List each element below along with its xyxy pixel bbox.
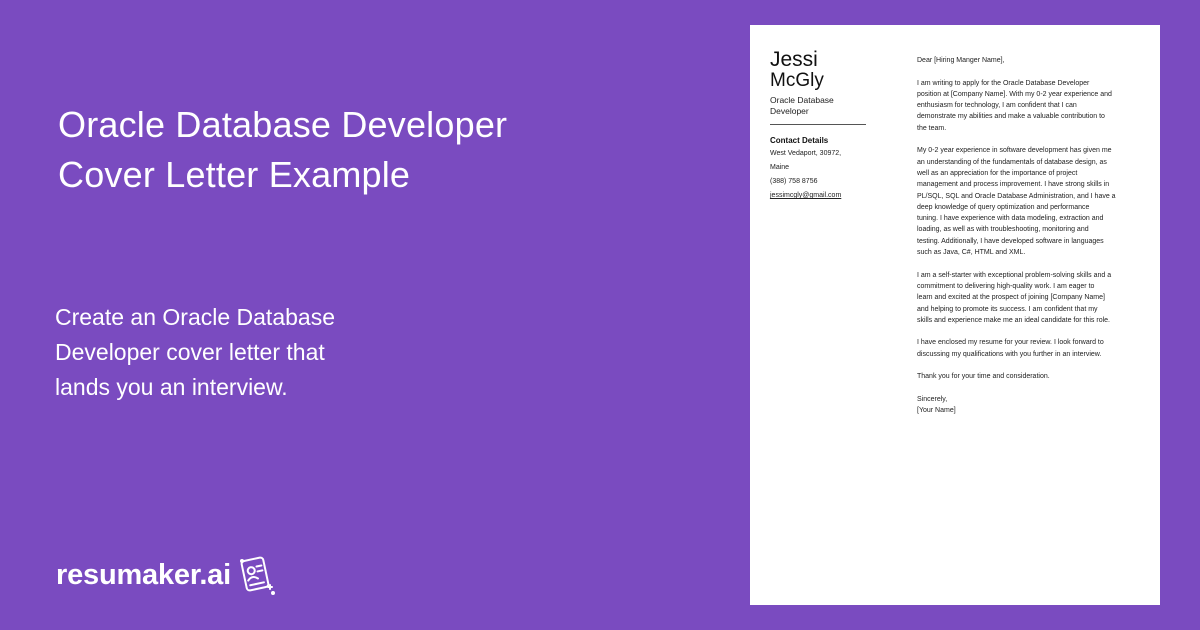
letter-line: the team. bbox=[917, 124, 947, 132]
contact-address: West Vedaport, 30972, Maine bbox=[770, 147, 868, 175]
letter-line: deep knowledge of query optimization and… bbox=[917, 203, 1090, 211]
letter-line: learn and excited at the prospect of joi… bbox=[917, 294, 1105, 302]
letter-closing: Sincerely, bbox=[917, 395, 948, 403]
letter-line: well as an appreciation for the importan… bbox=[917, 169, 1078, 177]
letter-greeting: Dear [Hiring Manger Name], bbox=[917, 57, 1005, 64]
address-line: Maine bbox=[770, 164, 790, 171]
letter-line: commitment to delivering high-quality wo… bbox=[917, 282, 1095, 290]
letter-signature: [Your Name] bbox=[917, 407, 956, 415]
letter-line: enthusiasm for technology, I am confiden… bbox=[917, 102, 1077, 110]
contact-phone: (388) 758 8756 bbox=[770, 178, 818, 185]
address-line: West Vedaport, 30972, bbox=[770, 150, 842, 157]
letter-line: loading, as well as with troubleshooting… bbox=[917, 226, 1089, 234]
page-subtitle: Create an Oracle Database Developer cove… bbox=[55, 300, 415, 405]
letter-paragraph: I am writing to apply for the Oracle Dat… bbox=[917, 78, 1139, 134]
letter-paragraph: I am a self-starter with exceptional pro… bbox=[917, 270, 1139, 326]
letter-signoff: Sincerely, [Your Name] bbox=[917, 394, 1139, 417]
letter-line: such as Java, C#, HTML and XML. bbox=[917, 249, 1026, 257]
hero-panel: Oracle Database Developer Cover Letter E… bbox=[0, 0, 720, 630]
letter-line: I have enclosed my resume for your revie… bbox=[917, 339, 1104, 347]
letter-line: PL/SQL, SQL and Oracle Database Administ… bbox=[917, 192, 1116, 200]
letter-paragraph: My 0-2 year experience in software devel… bbox=[917, 145, 1139, 258]
resume-document-icon bbox=[239, 556, 275, 595]
cover-letter-preview: Jessi McGly Oracle Database Developer Co… bbox=[750, 25, 1160, 605]
letter-line: and helping to promote its success. I am… bbox=[917, 305, 1098, 313]
job-title-line: Oracle Database bbox=[770, 95, 834, 105]
page-title-line: Oracle Database Developer bbox=[58, 104, 508, 145]
letter-paragraph: Thank you for your time and consideratio… bbox=[917, 373, 1050, 381]
applicant-first-name: Jessi bbox=[770, 48, 818, 71]
letter-line: testing. Additionally, I have developed … bbox=[917, 237, 1104, 245]
letter-line: I am writing to apply for the Oracle Dat… bbox=[917, 79, 1090, 87]
letter-line: skills and experience make me an ideal c… bbox=[917, 316, 1110, 324]
letter-line: demonstrate my abilities and make a valu… bbox=[917, 113, 1105, 121]
brand-name: resumaker.ai bbox=[56, 558, 231, 591]
letter-line: management and process improvement. I ha… bbox=[917, 181, 1110, 189]
letter-line: My 0-2 year experience in software devel… bbox=[917, 147, 1112, 155]
page-subtitle-line: Developer cover letter that bbox=[55, 339, 325, 365]
letter-body: Dear [Hiring Manger Name], I am writing … bbox=[917, 55, 1139, 428]
applicant-job-title: Oracle Database Developer bbox=[770, 95, 868, 117]
letter-line: discussing my qualifications with you fu… bbox=[917, 350, 1102, 358]
job-title-line: Developer bbox=[770, 106, 809, 116]
page-subtitle-line: Create an Oracle Database bbox=[55, 304, 335, 330]
brand-logo[interactable]: resumaker.ai bbox=[56, 553, 277, 597]
letter-line: position at [Company Name]. With my 0-2 … bbox=[917, 90, 1112, 98]
letter-line: tuning. I have experience with data mode… bbox=[917, 215, 1104, 223]
letter-sidebar: Jessi McGly Oracle Database Developer Co… bbox=[770, 49, 868, 203]
page-title: Oracle Database Developer Cover Letter E… bbox=[58, 100, 678, 200]
letter-line: I am a self-starter with exceptional pro… bbox=[917, 271, 1112, 279]
page-title-line: Cover Letter Example bbox=[58, 154, 411, 195]
sidebar-divider bbox=[770, 124, 866, 125]
contact-email[interactable]: jessimcgly@gmail.com bbox=[770, 189, 868, 203]
letter-paragraph: I have enclosed my resume for your revie… bbox=[917, 337, 1139, 360]
page-subtitle-line: lands you an interview. bbox=[55, 374, 288, 400]
applicant-last-name: McGly bbox=[770, 70, 824, 91]
letter-line: an understanding of the fundamentals of … bbox=[917, 158, 1107, 166]
contact-heading: Contact Details bbox=[770, 136, 829, 145]
